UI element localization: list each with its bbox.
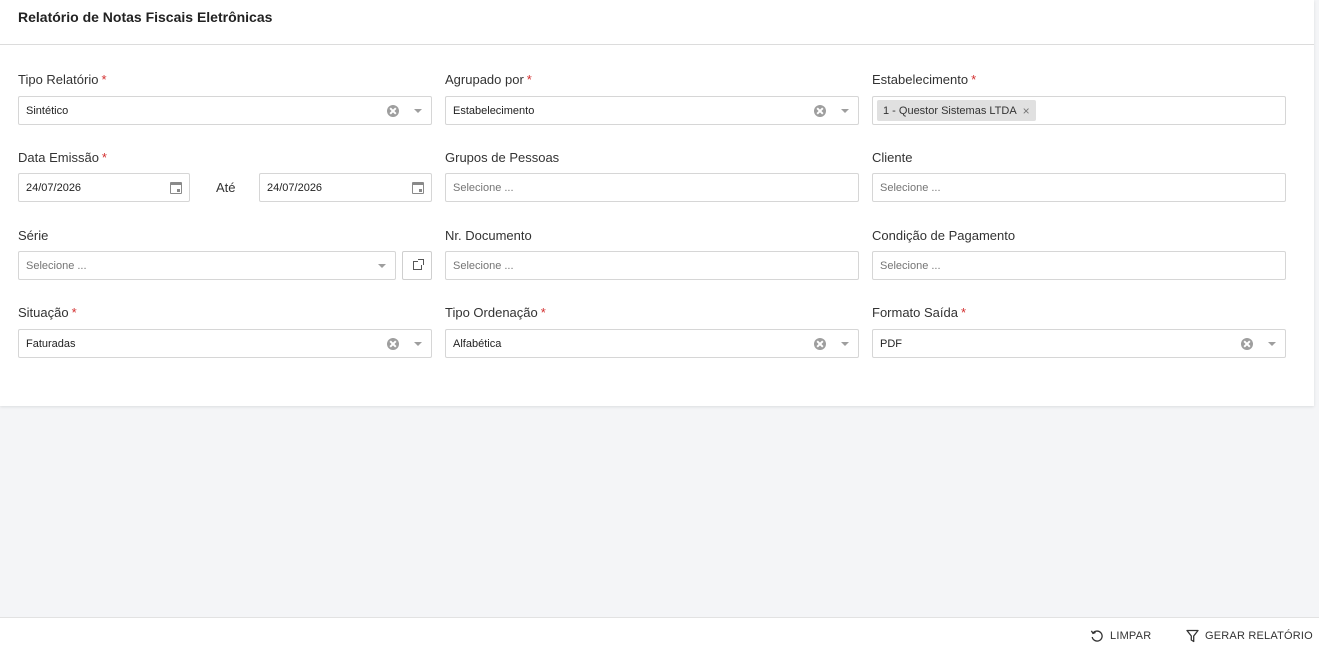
- required-mark: *: [961, 305, 967, 320]
- serie-placeholder: Selecione ...: [26, 259, 87, 272]
- cliente-label-text: Cliente: [872, 150, 913, 165]
- required-mark: *: [526, 72, 532, 87]
- formato-saida-value: PDF: [880, 337, 902, 350]
- clear-button-label: LIMPAR: [1110, 630, 1152, 642]
- required-mark: *: [101, 72, 107, 87]
- action-footer: LIMPAR GERAR RELATÓRIO: [0, 617, 1319, 653]
- agrupado-por-select[interactable]: Estabelecimento: [445, 96, 859, 125]
- condicao-pagamento-label-text: Condição de Pagamento: [872, 228, 1016, 243]
- required-mark: *: [101, 150, 107, 165]
- serie-label-text: Série: [18, 228, 49, 243]
- formato-saida-label-text: Formato Saída: [872, 305, 958, 320]
- chevron-down-icon[interactable]: [378, 264, 386, 268]
- external-link-icon: [412, 259, 424, 270]
- cliente-input[interactable]: Selecione ...: [872, 173, 1286, 202]
- clear-icon[interactable]: [387, 338, 399, 350]
- open-serie-button[interactable]: [402, 251, 432, 280]
- situacao-label-text: Situação: [18, 305, 69, 320]
- clear-button[interactable]: LIMPAR: [1090, 618, 1151, 653]
- tipo-ordenacao-label: Tipo Ordenação *: [445, 305, 546, 320]
- chip-label: 1 - Questor Sistemas LTDA: [883, 104, 1017, 117]
- estabelecimento-label: Estabelecimento *: [872, 72, 976, 87]
- refresh-icon: [1090, 630, 1103, 642]
- required-mark: *: [971, 72, 977, 87]
- agrupado-por-label: Agrupado por *: [445, 72, 532, 87]
- chip-remove-icon[interactable]: ×: [1023, 104, 1030, 118]
- filter-icon: [1186, 629, 1199, 643]
- data-emissao-from-input[interactable]: 24/07/2026: [18, 173, 190, 202]
- chevron-down-icon[interactable]: [414, 109, 422, 113]
- tipo-relatorio-label: Tipo Relatório *: [18, 72, 107, 87]
- condicao-pagamento-label: Condição de Pagamento: [872, 228, 1015, 243]
- nr-documento-label-text: Nr. Documento: [445, 228, 532, 243]
- cliente-label: Cliente: [872, 150, 912, 165]
- condicao-pagamento-input[interactable]: Selecione ...: [872, 251, 1286, 280]
- data-emissao-label-text: Data Emissão: [18, 150, 99, 165]
- situacao-select[interactable]: Faturadas: [18, 329, 432, 358]
- required-mark: *: [540, 305, 546, 320]
- clear-icon[interactable]: [814, 338, 826, 350]
- situacao-value: Faturadas: [26, 337, 76, 350]
- generate-report-label: GERAR RELATÓRIO: [1205, 630, 1313, 642]
- data-emissao-from-value: 24/07/2026: [26, 181, 82, 194]
- clear-icon[interactable]: [814, 105, 826, 117]
- report-form-card: Relatório de Notas Fiscais Eletrônicas T…: [0, 0, 1314, 406]
- estabelecimento-label-text: Estabelecimento: [872, 72, 969, 87]
- data-emissao-label: Data Emissão *: [18, 150, 107, 165]
- tipo-ordenacao-value: Alfabética: [453, 337, 502, 350]
- data-emissao-to-value: 24/07/2026: [267, 181, 323, 194]
- required-mark: *: [71, 305, 77, 320]
- serie-label: Série: [18, 228, 48, 243]
- tipo-relatorio-label-text: Tipo Relatório: [18, 72, 99, 87]
- agrupado-por-value: Estabelecimento: [453, 104, 535, 117]
- data-emissao-to-input[interactable]: 24/07/2026: [259, 173, 432, 202]
- nr-documento-input[interactable]: Selecione ...: [445, 251, 859, 280]
- tipo-ordenacao-label-text: Tipo Ordenação: [445, 305, 538, 320]
- nr-documento-label: Nr. Documento: [445, 228, 532, 243]
- chevron-down-icon[interactable]: [414, 342, 422, 346]
- situacao-label: Situação *: [18, 305, 77, 320]
- cliente-placeholder: Selecione ...: [880, 181, 941, 194]
- grupos-pessoas-input[interactable]: Selecione ...: [445, 173, 859, 202]
- chevron-down-icon[interactable]: [1268, 342, 1276, 346]
- clear-icon[interactable]: [387, 105, 399, 117]
- grupos-pessoas-placeholder: Selecione ...: [453, 181, 514, 194]
- grupos-pessoas-label-text: Grupos de Pessoas: [445, 150, 560, 165]
- estabelecimento-multiselect[interactable]: 1 - Questor Sistemas LTDA ×: [872, 96, 1286, 125]
- chevron-down-icon[interactable]: [841, 109, 849, 113]
- generate-report-button[interactable]: GERAR RELATÓRIO: [1186, 618, 1313, 653]
- calendar-icon[interactable]: [412, 182, 424, 194]
- tipo-relatorio-select[interactable]: Sintético: [18, 96, 432, 125]
- serie-select[interactable]: Selecione ...: [18, 251, 396, 280]
- nr-documento-placeholder: Selecione ...: [453, 259, 514, 272]
- estabelecimento-chip: 1 - Questor Sistemas LTDA ×: [877, 100, 1036, 121]
- grupos-pessoas-label: Grupos de Pessoas: [445, 150, 559, 165]
- agrupado-por-label-text: Agrupado por: [445, 72, 524, 87]
- tipo-ordenacao-select[interactable]: Alfabética: [445, 329, 859, 358]
- calendar-icon[interactable]: [170, 182, 182, 194]
- page-title: Relatório de Notas Fiscais Eletrônicas: [18, 9, 273, 25]
- tipo-relatorio-value: Sintético: [26, 104, 69, 117]
- condicao-pagamento-placeholder: Selecione ...: [880, 259, 941, 272]
- clear-icon[interactable]: [1241, 338, 1253, 350]
- date-range-separator: Até: [216, 180, 236, 195]
- card-header: Relatório de Notas Fiscais Eletrônicas: [0, 0, 1314, 45]
- chevron-down-icon[interactable]: [841, 342, 849, 346]
- formato-saida-label: Formato Saída *: [872, 305, 966, 320]
- formato-saida-select[interactable]: PDF: [872, 329, 1286, 358]
